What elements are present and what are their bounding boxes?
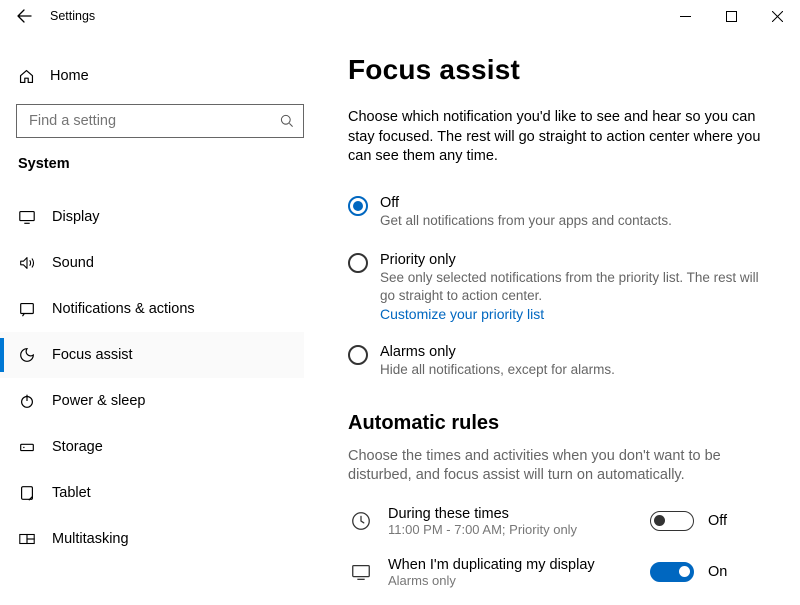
sidebar-item-power-sleep[interactable]: Power & sleep — [0, 378, 304, 424]
sidebar-home[interactable]: Home — [16, 58, 304, 94]
minimize-icon — [680, 11, 691, 22]
radio-priority-only[interactable]: Priority only See only selected notifica… — [348, 252, 770, 322]
focus-assist-icon — [16, 346, 38, 364]
sidebar-item-tablet[interactable]: Tablet — [0, 470, 304, 516]
radio-indicator — [348, 345, 368, 365]
sidebar-item-storage[interactable]: Storage — [0, 424, 304, 470]
rule-subtitle: 11:00 PM - 7:00 AM; Priority only — [388, 522, 650, 537]
rule-toggle-times[interactable] — [650, 511, 694, 531]
search-icon — [279, 113, 295, 129]
toggle-label: On — [708, 564, 727, 580]
power-icon — [16, 392, 38, 410]
rule-during-these-times[interactable]: During these times 11:00 PM - 7:00 AM; P… — [348, 506, 770, 537]
search-input[interactable] — [27, 112, 279, 130]
sidebar: Home System Disp — [0, 32, 320, 605]
rule-toggle-duplicating[interactable] — [650, 562, 694, 582]
customize-priority-list-link[interactable]: Customize your priority list — [380, 306, 544, 322]
sidebar-item-label: Display — [38, 209, 100, 225]
sidebar-heading: System — [18, 156, 304, 172]
sidebar-home-label: Home — [36, 68, 89, 84]
sidebar-item-label: Sound — [38, 255, 94, 271]
close-button[interactable] — [754, 0, 800, 32]
sidebar-item-label: Focus assist — [38, 347, 133, 363]
radio-indicator — [348, 196, 368, 216]
sidebar-item-label: Power & sleep — [38, 393, 146, 409]
rule-duplicating-display[interactable]: When I'm duplicating my display Alarms o… — [348, 557, 770, 588]
tablet-icon — [16, 484, 38, 502]
radio-description: Get all notifications from your apps and… — [380, 212, 672, 230]
rule-title: During these times — [388, 506, 650, 522]
radio-label: Priority only — [380, 252, 768, 268]
sidebar-item-label: Multitasking — [38, 531, 129, 547]
sidebar-item-sound[interactable]: Sound — [0, 240, 304, 286]
clock-icon — [348, 510, 374, 532]
toggle-label: Off — [708, 513, 727, 529]
radio-alarms-only[interactable]: Alarms only Hide all notifications, exce… — [348, 344, 770, 379]
sidebar-item-display[interactable]: Display — [0, 194, 304, 240]
rule-title: When I'm duplicating my display — [388, 557, 650, 573]
multitasking-icon — [16, 530, 38, 548]
automatic-rules-lead: Choose the times and activities when you… — [348, 447, 770, 486]
display-icon — [348, 561, 374, 583]
focus-assist-radio-group: Off Get all notifications from your apps… — [348, 195, 770, 380]
radio-description: Hide all notifications, except for alarm… — [380, 361, 615, 379]
minimize-button[interactable] — [662, 0, 708, 32]
radio-indicator — [348, 253, 368, 273]
sidebar-item-notifications[interactable]: Notifications & actions — [0, 286, 304, 332]
page-title: Focus assist — [348, 54, 770, 86]
back-button[interactable] — [12, 8, 36, 24]
sidebar-item-label: Storage — [38, 439, 103, 455]
window-title: Settings — [36, 9, 95, 23]
automatic-rules-heading: Automatic rules — [348, 412, 770, 435]
main-content: Focus assist Choose which notification y… — [320, 32, 800, 605]
rule-subtitle: Alarms only — [388, 573, 650, 588]
sidebar-item-focus-assist[interactable]: Focus assist — [0, 332, 304, 378]
sound-icon — [16, 254, 38, 272]
radio-off[interactable]: Off Get all notifications from your apps… — [348, 195, 770, 230]
radio-label: Alarms only — [380, 344, 615, 360]
display-icon — [16, 208, 38, 226]
storage-icon — [16, 438, 38, 456]
sidebar-item-multitasking[interactable]: Multitasking — [0, 516, 304, 562]
close-icon — [772, 11, 783, 22]
maximize-button[interactable] — [708, 0, 754, 32]
search-box[interactable] — [16, 104, 304, 138]
home-icon — [16, 68, 36, 85]
radio-label: Off — [380, 195, 672, 211]
maximize-icon — [726, 11, 737, 22]
radio-description: See only selected notifications from the… — [380, 269, 768, 305]
notifications-icon — [16, 300, 38, 318]
arrow-left-icon — [16, 8, 32, 24]
page-lead: Choose which notification you'd like to … — [348, 108, 770, 167]
sidebar-item-label: Notifications & actions — [38, 301, 195, 317]
sidebar-item-label: Tablet — [38, 485, 91, 501]
